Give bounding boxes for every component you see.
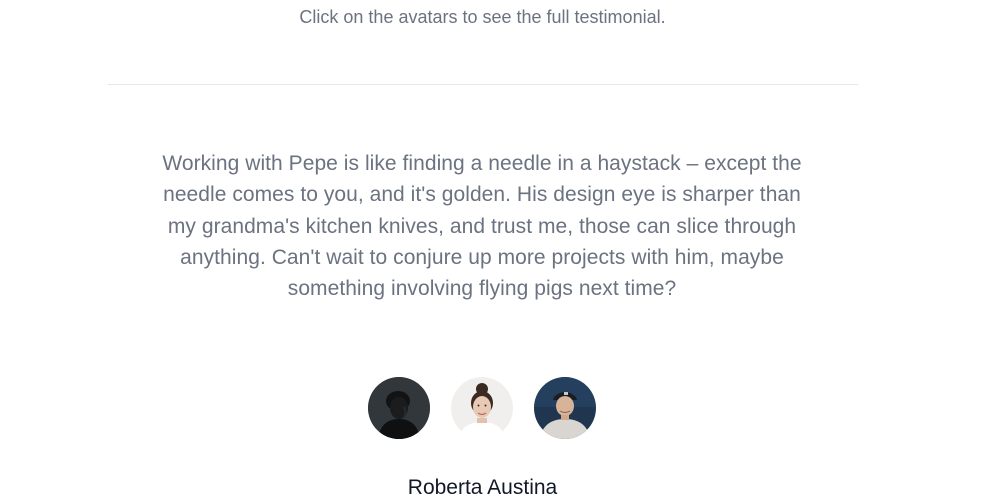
avatar-button-2[interactable]: [451, 377, 513, 439]
avatar-photo-dark-person: [368, 377, 430, 439]
avatar-button-1[interactable]: [368, 377, 430, 439]
avatar-selector: [368, 377, 596, 439]
testimonial-author-name: Roberta Austina: [407, 476, 558, 499]
avatar-button-3[interactable]: [534, 377, 596, 439]
section-divider: [108, 84, 858, 85]
instructions-text: Click on the avatars to see the full tes…: [299, 7, 666, 27]
testimonials-section: Click on the avatars to see the full tes…: [0, 0, 1000, 500]
testimonial-quote: Working with Pepe is like finding a need…: [162, 152, 802, 301]
avatar-photo-man-cap: [534, 377, 596, 439]
avatar-photo-woman-bun: [451, 377, 513, 439]
